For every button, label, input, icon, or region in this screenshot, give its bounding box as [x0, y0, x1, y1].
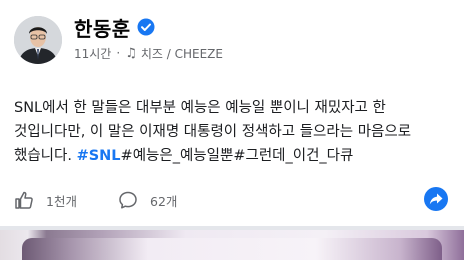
- post-text: SNL에서 한 말들은 대부분 예능은 예능일 뿐이니 재밌자고 한 것입니다만…: [14, 96, 454, 168]
- avatar-image: [14, 16, 62, 64]
- post-text-line: SNL에서 한 말들은 대부분 예능은 예능일 뿐이니 재밌자고 한: [14, 100, 386, 116]
- post-meta: 11시간 · ♫ 치즈 / CHEEZE: [74, 44, 223, 62]
- post-text-segment: 했습니다.: [14, 148, 77, 164]
- avatar[interactable]: [14, 16, 62, 64]
- meta-separator: ·: [116, 46, 121, 60]
- post-media-preview[interactable]: [0, 230, 464, 260]
- post-text-line: 했습니다. #SNL#예능은_예능일뿐#그런데_이건_다큐: [14, 144, 454, 168]
- action-bar: 1천개 62개: [0, 186, 464, 214]
- hashtag-snl[interactable]: #SNL: [77, 148, 121, 164]
- thumbs-up-icon: [15, 191, 33, 209]
- share-icon: [429, 193, 443, 205]
- comment-icon: [119, 191, 137, 209]
- post-header: 한동훈 11시간 · ♫ 치즈 / CHEEZE: [0, 0, 464, 84]
- post-time[interactable]: 11시간: [74, 45, 111, 62]
- share-button[interactable]: [424, 187, 448, 211]
- author-row: 한동훈: [74, 13, 155, 42]
- comment-count: 62개: [150, 193, 178, 209]
- music-note-icon: ♫: [125, 45, 137, 61]
- verified-badge-icon: [137, 18, 155, 36]
- audio-track[interactable]: 치즈 / CHEEZE: [141, 45, 223, 62]
- author-name[interactable]: 한동훈: [74, 13, 131, 42]
- comment-button[interactable]: 62개: [118, 186, 177, 214]
- post-media-image: [22, 238, 442, 260]
- post-text-line: 것입니다만, 이 말은 이재명 대통령이 정색하고 들으라는 마음으로: [14, 124, 412, 140]
- like-count: 1천개: [46, 193, 77, 209]
- hashtags[interactable]: #예능은_예능일뿐#그런데_이건_다큐: [121, 148, 354, 164]
- like-button[interactable]: 1천개: [14, 186, 77, 214]
